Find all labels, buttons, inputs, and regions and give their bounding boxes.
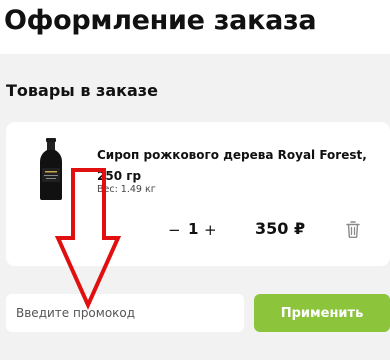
quantity-increase-button[interactable]: +: [204, 219, 217, 241]
product-bottle-image: [40, 138, 62, 200]
quantity-value: 1: [188, 220, 199, 238]
page-title: Оформление заказа: [4, 5, 317, 36]
item-price: 350 ₽: [255, 219, 306, 238]
promo-code-input[interactable]: [6, 294, 244, 332]
product-weight: Вес: 1.49 кг: [97, 184, 156, 195]
apply-promo-button[interactable]: Применить: [254, 294, 390, 332]
trash-icon[interactable]: [346, 221, 360, 238]
order-items-heading: Товары в заказе: [6, 81, 158, 100]
quantity-decrease-button[interactable]: −: [168, 219, 181, 241]
product-name[interactable]: Сироп рожкового дерева Royal Forest, 250…: [97, 145, 377, 187]
